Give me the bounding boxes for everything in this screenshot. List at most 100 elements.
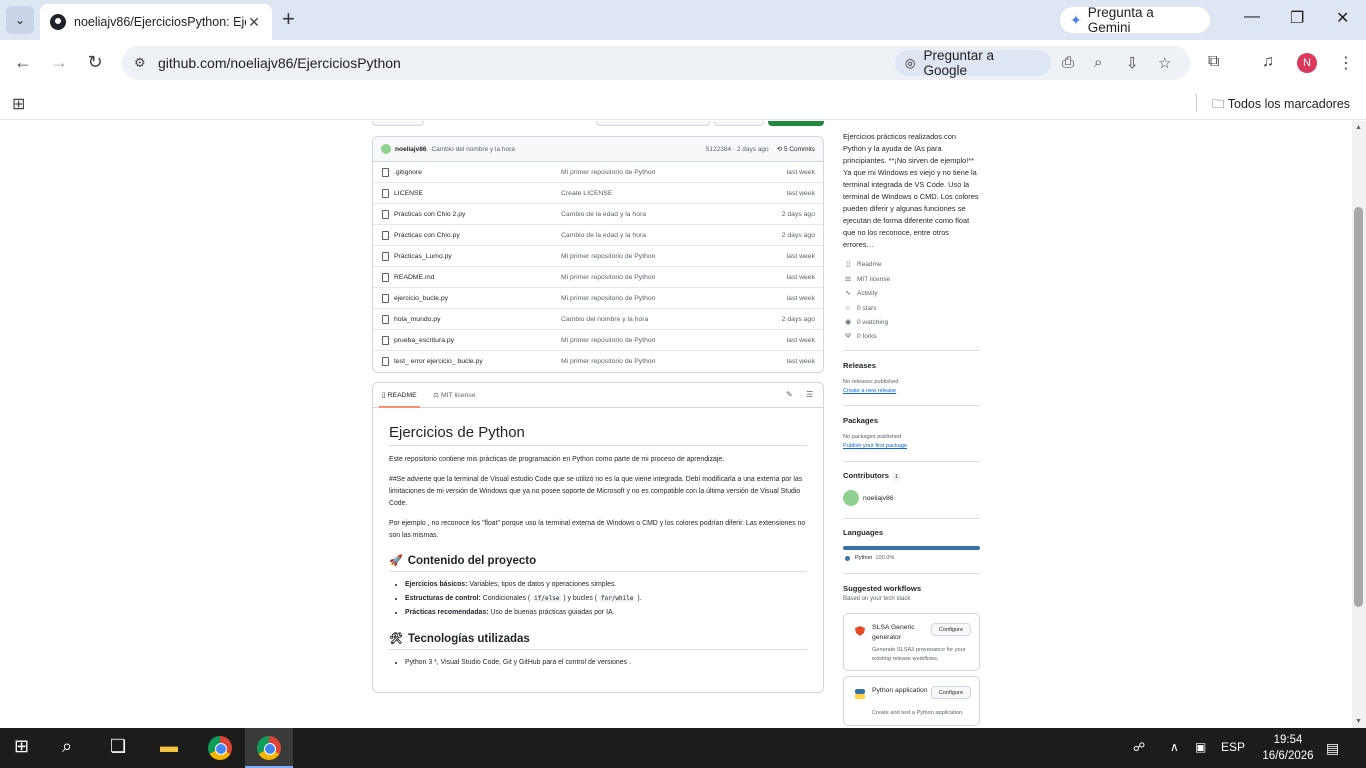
- forks-link[interactable]: Ψ0 forks: [843, 333, 876, 340]
- configure-button[interactable]: Configure: [931, 623, 971, 636]
- file-name-link[interactable]: LICENSE: [394, 190, 423, 197]
- contributor-item[interactable]: noeliajv86: [843, 490, 894, 506]
- apps-grid-icon[interactable]: ⊞: [12, 94, 25, 114]
- menu-dots-icon[interactable]: ⋮: [1338, 53, 1354, 73]
- table-row[interactable]: README.md Mi primer repositorio de Python…: [373, 267, 823, 288]
- translate-icon[interactable]: ⎙: [1062, 54, 1074, 71]
- search-icon[interactable]: ⌕: [62, 736, 72, 757]
- gemini-button[interactable]: ✦ Pregunta a Gemini: [1060, 5, 1210, 35]
- tray-chevron-icon[interactable]: ∧: [1170, 740, 1179, 754]
- zoom-icon[interactable]: ⌕: [1094, 54, 1102, 71]
- window-close-icon[interactable]: ✕: [1336, 8, 1349, 28]
- forward-arrow-icon[interactable]: →: [48, 52, 70, 73]
- file-name-link[interactable]: test_ error ejercicio_ bucle.py: [394, 358, 483, 365]
- create-release-link[interactable]: Create a new release: [843, 388, 896, 394]
- scroll-down-icon[interactable]: ▼: [1355, 718, 1362, 725]
- site-info-icon[interactable]: ⚙: [134, 55, 146, 71]
- publish-package-link[interactable]: Publish your first package: [843, 443, 907, 449]
- file-name-link[interactable]: prueba_escritura.py: [394, 337, 454, 344]
- tab-license[interactable]: ⚖ MIT license: [433, 391, 476, 399]
- input-language[interactable]: ESP: [1221, 740, 1245, 754]
- configure-button[interactable]: Configure: [931, 686, 971, 699]
- system-clock[interactable]: 19:54 16/6/2026: [1258, 732, 1318, 764]
- scrollbar-thumb[interactable]: [1354, 207, 1363, 607]
- table-row[interactable]: ejercicio_bucle.py Mi primer repositorio …: [373, 288, 823, 309]
- file-commit-message[interactable]: Mi primer repositorio de Python: [561, 274, 655, 281]
- commit-hash-time[interactable]: 5122384 · 2 days ago: [706, 146, 769, 153]
- outline-list-icon[interactable]: ☰: [806, 390, 813, 399]
- file-commit-message[interactable]: Mi primer repositorio de Python: [561, 169, 655, 176]
- table-row[interactable]: Prácticas con Chio.py Cambio de la edad y…: [373, 225, 823, 246]
- readme-link[interactable]: ▯ Readme: [843, 260, 882, 269]
- file-name-link[interactable]: Prácticas con Chio 2.py: [394, 211, 465, 218]
- file-commit-message[interactable]: Mi primer repositorio de Python: [561, 337, 655, 344]
- tab-search-button[interactable]: ⌄: [6, 6, 34, 34]
- url-text[interactable]: github.com/noeliajv86/EjerciciosPython: [158, 55, 401, 71]
- file-name-link[interactable]: .gitignore: [394, 169, 422, 176]
- profile-avatar[interactable]: N: [1297, 53, 1317, 73]
- file-commit-message[interactable]: Cambio de la edad y la hora: [561, 211, 646, 218]
- file-explorer-icon[interactable]: ▬: [160, 736, 178, 757]
- code-button[interactable]: [768, 121, 824, 126]
- watching-link[interactable]: ◉ 0 watching: [843, 318, 888, 327]
- file-commit-message[interactable]: Mi primer repositorio de Python: [561, 358, 655, 365]
- activity-link[interactable]: ∿ Activity: [843, 289, 878, 298]
- minimize-icon[interactable]: —: [1244, 8, 1260, 26]
- contributors-heading[interactable]: Contributors 1: [843, 471, 902, 481]
- table-row[interactable]: test_ error ejercicio_ bucle.py Mi primer…: [373, 351, 823, 372]
- bookmark-star-icon[interactable]: ☆: [1158, 54, 1171, 72]
- close-tab-icon[interactable]: ✕: [246, 14, 262, 31]
- notifications-icon[interactable]: ▤: [1326, 740, 1339, 757]
- edit-pencil-icon[interactable]: ✎: [786, 390, 793, 399]
- packages-heading[interactable]: Packages: [843, 416, 878, 425]
- go-to-file-input[interactable]: [596, 121, 710, 126]
- releases-heading[interactable]: Releases: [843, 361, 876, 370]
- task-view-icon[interactable]: ❏: [110, 736, 126, 757]
- file-name-link[interactable]: Prácticas_Lumo.py: [394, 253, 452, 260]
- chrome-icon[interactable]: [208, 736, 232, 760]
- extensions-icon[interactable]: ⧉: [1208, 53, 1219, 71]
- file-name-link[interactable]: ejercicio_bucle.py: [394, 295, 448, 302]
- file-commit-message[interactable]: Mi primer repositorio de Python: [561, 253, 655, 260]
- browser-titlebar: ⌄ noeliajv86/EjerciciosPython: Ejercicio…: [0, 0, 1366, 40]
- windows-start-icon[interactable]: ⊞: [14, 736, 29, 757]
- chrome-active-icon[interactable]: [257, 736, 281, 760]
- reload-icon[interactable]: ↻: [84, 52, 106, 73]
- commit-message[interactable]: Cambio del nombre y la hora: [431, 146, 705, 153]
- browser-tab-active[interactable]: noeliajv86/EjerciciosPython: Ejercicios …: [40, 4, 272, 40]
- file-name-link[interactable]: README.md: [394, 274, 434, 281]
- table-row[interactable]: prueba_escritura.py Mi primer repositorio…: [373, 330, 823, 351]
- table-row[interactable]: .gitignore Mi primer repositorio de Pytho…: [373, 162, 823, 183]
- people-icon[interactable]: ☍: [1133, 740, 1145, 754]
- windows-taskbar: ⊞ ⌕ ❏ ▬ ☍ ∧ ▣ ESP 19:54 16/6/2026 ▤: [0, 728, 1366, 768]
- install-app-icon[interactable]: ⇩: [1126, 54, 1139, 72]
- file-commit-message[interactable]: Cambio del nombre y la hora: [561, 316, 648, 323]
- all-bookmarks-button[interactable]: 🗀 Todos los marcadores: [1212, 95, 1350, 116]
- language-python[interactable]: Python 100.0%: [845, 555, 894, 561]
- file-commit-message[interactable]: Mi primer repositorio de Python: [561, 295, 655, 302]
- add-file-button[interactable]: [714, 121, 764, 126]
- file-commit-message[interactable]: Cambio de la edad y la hora: [561, 232, 646, 239]
- table-row[interactable]: Prácticas con Chio 2.py Cambio de la edad…: [373, 204, 823, 225]
- stars-link[interactable]: ☆ 0 stars: [843, 304, 877, 313]
- ask-google-button[interactable]: ◎ Preguntar a Google: [895, 48, 1051, 78]
- branch-select-button[interactable]: [372, 121, 424, 126]
- table-row[interactable]: Prácticas_Lumo.py Mi primer repositorio d…: [373, 246, 823, 267]
- commits-count-link[interactable]: ⟲ 5 Commits: [777, 145, 815, 153]
- page-scrollbar[interactable]: ▲ ▼: [1352, 121, 1366, 728]
- file-name-link[interactable]: hola_mundo.py: [394, 316, 440, 323]
- table-row[interactable]: hola_mundo.py Cambio del nombre y la hora…: [373, 309, 823, 330]
- file-commit-message[interactable]: Create LICENSE: [561, 190, 612, 197]
- new-tab-button[interactable]: +: [282, 8, 295, 30]
- restore-icon[interactable]: ❐: [1290, 8, 1304, 28]
- file-name-link[interactable]: Prácticas con Chio.py: [394, 232, 460, 239]
- network-icon[interactable]: ▣: [1195, 740, 1206, 754]
- tab-readme[interactable]: ▯ README: [379, 391, 420, 408]
- back-arrow-icon[interactable]: ←: [12, 52, 34, 73]
- address-bar[interactable]: ⚙ github.com/noeliajv86/EjerciciosPython…: [122, 46, 1190, 80]
- commit-author[interactable]: noeliajv86: [395, 146, 426, 153]
- table-row[interactable]: LICENSE Create LICENSE last week: [373, 183, 823, 204]
- scroll-up-icon[interactable]: ▲: [1355, 124, 1362, 131]
- media-controls-icon[interactable]: ♫: [1262, 53, 1274, 71]
- license-link[interactable]: ⚖ MIT license: [843, 275, 890, 284]
